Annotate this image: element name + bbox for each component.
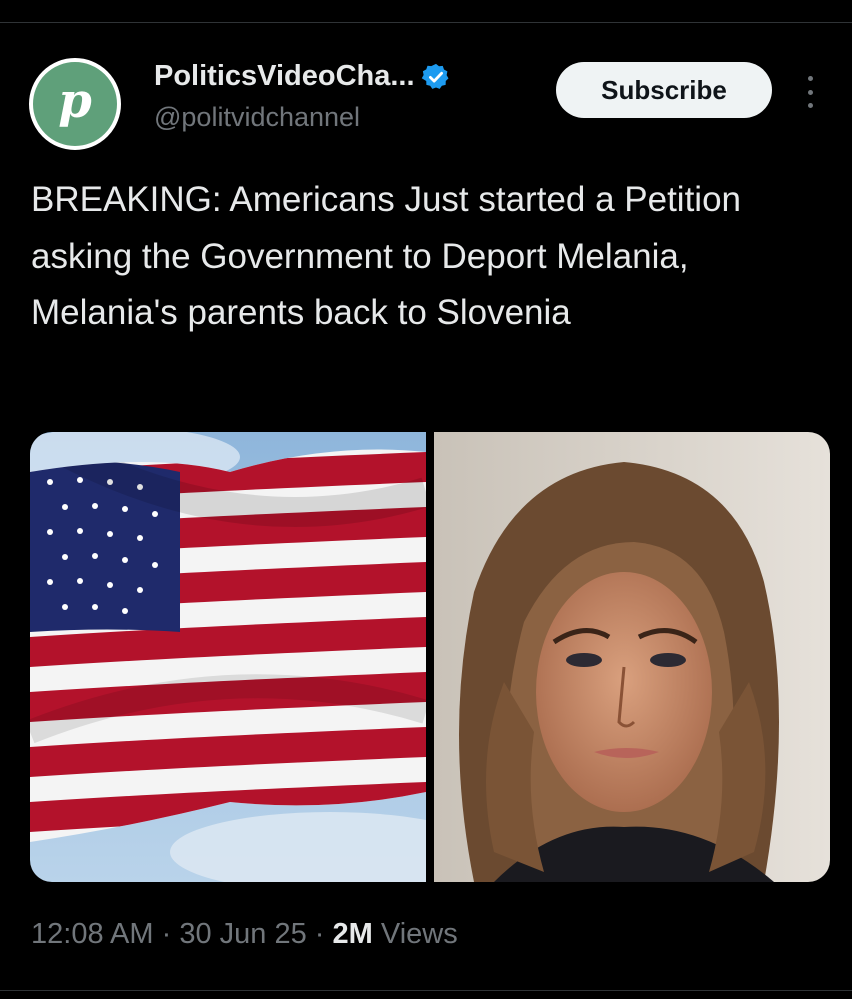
tweet-time[interactable]: 12:08 AM <box>31 918 154 950</box>
tweet-date[interactable]: 30 Jun 25 <box>179 918 306 950</box>
meta-separator: · <box>161 918 172 950</box>
avatar[interactable]: p <box>29 58 121 150</box>
meta-separator: · <box>314 918 325 950</box>
woman-portrait-photo[interactable] <box>434 432 830 882</box>
views-label: Views <box>380 918 458 950</box>
subscribe-button[interactable]: Subscribe <box>556 62 772 118</box>
account-handle[interactable]: @politvidchannel <box>154 102 360 133</box>
tweet-text: BREAKING: Americans Just started a Petit… <box>31 180 742 332</box>
more-vertical-icon[interactable] <box>798 72 822 112</box>
author-name-row[interactable]: PoliticsVideoCha... <box>154 60 451 93</box>
tweet-meta: 12:08 AM · 30 Jun 25 · 2M Views <box>31 918 458 951</box>
american-flag-photo[interactable] <box>30 432 426 882</box>
verified-badge-icon[interactable] <box>421 62 451 92</box>
views-count: 2M <box>332 918 373 950</box>
display-name[interactable]: PoliticsVideoCha... <box>154 60 415 93</box>
avatar-letter: p <box>58 73 92 129</box>
top-divider <box>0 22 852 23</box>
tweet-media-grid[interactable] <box>30 432 830 882</box>
bottom-divider <box>0 990 852 991</box>
